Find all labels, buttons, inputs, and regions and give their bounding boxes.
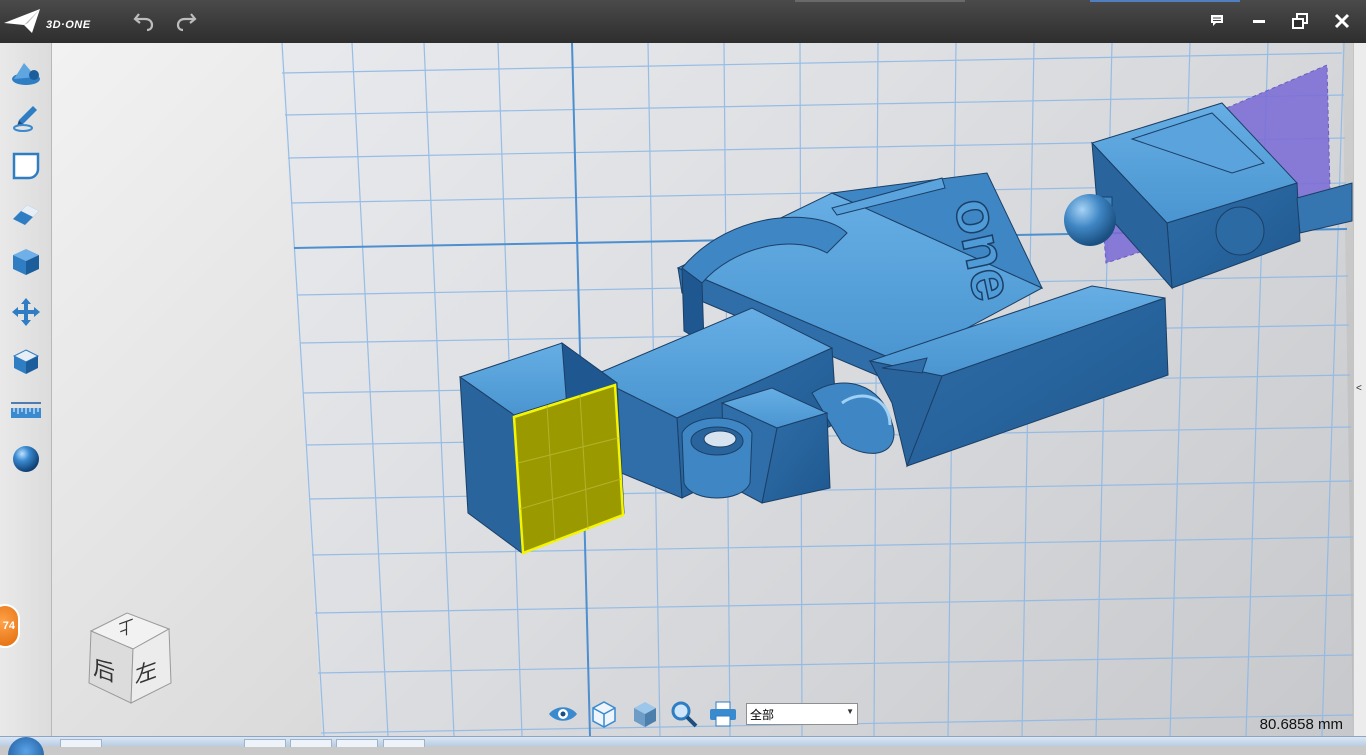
zoom-icon <box>671 701 698 728</box>
assembly-button[interactable] <box>8 343 44 379</box>
notification-badge[interactable]: 74 <box>0 604 20 648</box>
title-bar: 3D·ONE <box>0 0 1366 43</box>
3d-viewport[interactable]: one 上 后 左 全部 ▼ 80.6858 mm <box>52 43 1353 736</box>
sketch-edit-button[interactable] <box>8 148 44 184</box>
ball-joint[interactable] <box>1064 194 1116 246</box>
wireframe-cube-icon <box>592 701 616 728</box>
badge-count: 74 <box>2 620 15 632</box>
start-button[interactable] <box>8 737 44 755</box>
chevron-down-icon: ▼ <box>846 707 854 716</box>
color-sphere-icon <box>13 446 39 472</box>
right-panel-bar: < <box>1353 43 1366 736</box>
view-eye-icon <box>549 707 577 721</box>
minimize-icon <box>1253 20 1265 23</box>
basic-shapes-icon <box>12 63 40 85</box>
undo-icon <box>133 13 154 32</box>
viewcube-top-label: 上 <box>118 614 134 639</box>
redo-icon <box>176 13 197 32</box>
assembly-icon <box>12 349 40 374</box>
collapse-arrow-icon[interactable]: < <box>1356 383 1362 394</box>
special-features-icon <box>13 205 39 225</box>
left-toolbar: 74 <box>0 43 52 736</box>
minimize-button[interactable] <box>1246 8 1272 34</box>
move-icon <box>12 298 40 326</box>
redo-button[interactable] <box>173 8 199 34</box>
close-icon <box>1334 13 1350 29</box>
measure-button[interactable] <box>8 392 44 428</box>
close-button[interactable] <box>1329 8 1355 34</box>
title-accent <box>1090 0 1240 2</box>
scene[interactable]: one <box>52 43 1353 736</box>
zoom-button[interactable] <box>668 699 700 729</box>
os-taskbar <box>0 736 1366 755</box>
feature-modeling-button[interactable] <box>8 244 44 280</box>
restore-button[interactable] <box>1287 8 1313 34</box>
sketch-edit-icon <box>12 152 40 180</box>
special-features-button[interactable] <box>8 196 44 232</box>
print-button[interactable] <box>707 699 739 729</box>
wireframe-view-button[interactable] <box>588 699 620 729</box>
shaded-cube-icon <box>634 702 656 727</box>
measure-ruler-icon <box>11 402 41 418</box>
move-button[interactable] <box>8 294 44 330</box>
color-button[interactable] <box>8 441 44 477</box>
feature-modeling-icon <box>13 249 39 275</box>
filter-selected-value: 全部 <box>750 707 775 722</box>
basic-shapes-button[interactable] <box>8 55 44 91</box>
app-logo-text: 3D·ONE <box>46 19 91 31</box>
filter-select[interactable]: 全部 ▼ <box>746 703 858 725</box>
app-logo[interactable]: 3D·ONE <box>2 5 94 37</box>
sketch-pen-icon <box>13 106 37 132</box>
restore-icon <box>1292 13 1308 29</box>
print-icon <box>710 701 736 727</box>
ring-clip[interactable] <box>681 417 753 499</box>
comment-icon <box>1211 15 1223 26</box>
undo-button[interactable] <box>131 8 157 34</box>
view-cube[interactable]: 上 后 左 <box>85 611 175 707</box>
measurement-readout: 80.6858 mm <box>1259 716 1343 733</box>
shaded-view-button[interactable] <box>629 699 661 729</box>
view-toggle-button[interactable] <box>547 699 579 729</box>
sketch-button[interactable] <box>8 100 44 136</box>
comment-button[interactable] <box>1204 8 1230 34</box>
title-accent <box>795 0 965 2</box>
